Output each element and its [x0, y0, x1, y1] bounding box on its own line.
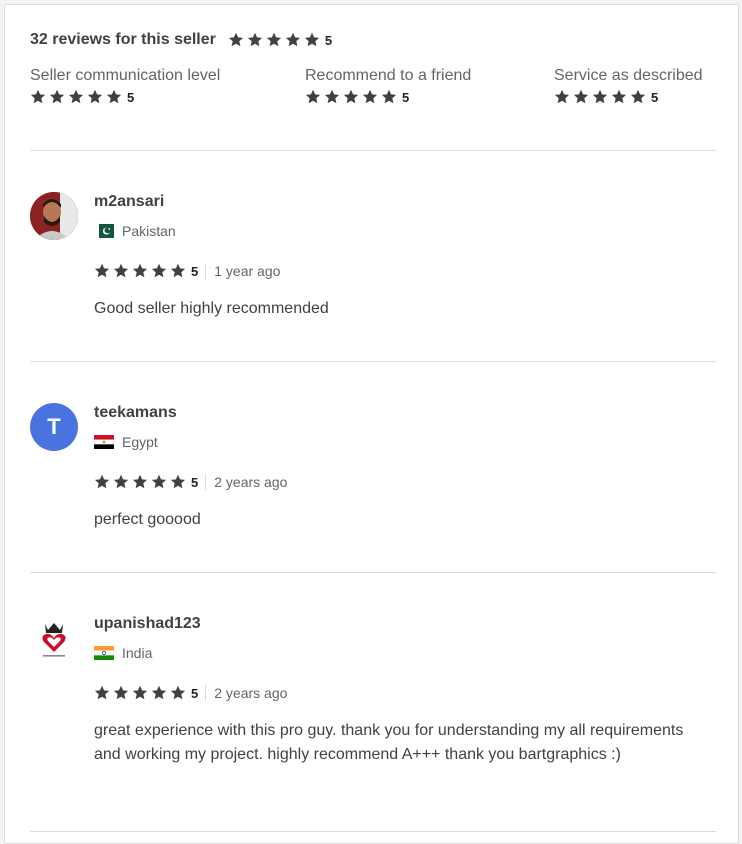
star-icon [151, 263, 167, 279]
review-item: m2ansari Pakistan 5 1 year ago Good sell… [30, 192, 716, 332]
star-icon [630, 89, 646, 105]
breakdown-score: 5 [402, 89, 410, 105]
breakdown-score: 5 [127, 89, 135, 105]
star-icon [68, 89, 84, 105]
star-icon [228, 32, 244, 48]
review-time: 1 year ago [214, 263, 281, 279]
avatar[interactable]: T [30, 403, 78, 451]
review-time: 2 years ago [214, 474, 288, 490]
star-icon [247, 32, 263, 48]
divider [30, 572, 716, 573]
star-icon [266, 32, 282, 48]
review-item: T teekamans Egypt 5 2 years ago perfect … [30, 403, 716, 543]
country-label: Egypt [122, 434, 158, 450]
star-icon [324, 89, 340, 105]
country-label: Pakistan [122, 223, 176, 239]
star-icon [30, 89, 46, 105]
breakdown-star-rating: 5 [554, 89, 658, 105]
review-star-rating [94, 685, 189, 701]
star-icon [554, 89, 570, 105]
star-icon [170, 685, 186, 701]
breakdown-recommend: Recommend to a friend 5 [305, 67, 471, 110]
star-icon [132, 685, 148, 701]
breakdown-score: 5 [651, 89, 659, 105]
reviews-summary-header: 32 reviews for this seller 5 [30, 31, 332, 49]
star-icon [381, 89, 397, 105]
breakdown-label: Recommend to a friend [305, 67, 472, 84]
star-icon [151, 474, 167, 490]
breakdown-label: Seller communication level [30, 67, 221, 84]
star-icon [611, 89, 627, 105]
star-icon [106, 89, 122, 105]
star-icon [343, 89, 359, 105]
divider [30, 150, 716, 151]
reviewer-country: Pakistan [94, 223, 176, 239]
star-icon [49, 89, 65, 105]
crown-heart-logo-icon [42, 623, 66, 657]
review-score: 5 [191, 685, 199, 701]
star-icon [362, 89, 378, 105]
rating-separator [205, 474, 207, 490]
star-icon [151, 685, 167, 701]
breakdown-service: Service as described 5 [554, 67, 703, 110]
avatar[interactable] [30, 614, 78, 662]
star-icon [170, 263, 186, 279]
reviewer-country: India [94, 645, 152, 661]
review-item: upanishad123 India 5 2 years ago great e… [30, 614, 716, 804]
star-icon [592, 89, 608, 105]
star-icon [113, 474, 129, 490]
country-label: India [122, 645, 153, 661]
reviewer-country: Egypt [94, 434, 158, 450]
pakistan-flag-icon [94, 224, 114, 238]
star-icon [94, 263, 110, 279]
review-score: 5 [191, 263, 199, 279]
star-icon [113, 685, 129, 701]
star-icon [87, 89, 103, 105]
star-icon [305, 89, 321, 105]
avatar-letter: T [47, 414, 61, 439]
star-icon [132, 263, 148, 279]
review-rating: 5 1 year ago [94, 263, 280, 279]
reviews-count-title: 32 reviews for this seller [30, 31, 216, 48]
breakdown-star-rating: 5 [305, 89, 409, 105]
egypt-flag-icon [94, 435, 114, 449]
star-icon [304, 32, 320, 48]
overall-star-rating [228, 32, 323, 48]
review-rating: 5 2 years ago [94, 474, 287, 490]
rating-separator [205, 263, 207, 279]
india-flag-icon [94, 646, 114, 660]
reviewer-username[interactable]: m2ansari [94, 193, 164, 211]
star-icon [170, 474, 186, 490]
star-icon [132, 474, 148, 490]
breakdown-label: Service as described [554, 67, 703, 84]
divider [30, 361, 716, 362]
star-icon [94, 474, 110, 490]
review-text: perfect gooood [94, 511, 201, 528]
review-star-rating [94, 474, 189, 490]
breakdown-star-rating: 5 [30, 89, 134, 105]
review-time: 2 years ago [214, 685, 288, 701]
divider [30, 831, 716, 832]
user-photo-icon [30, 192, 78, 240]
review-star-rating [94, 263, 189, 279]
review-text: Good seller highly recommended [94, 300, 329, 317]
breakdown-communication: Seller communication level 5 [30, 67, 220, 110]
reviews-card: 32 reviews for this seller 5 Seller comm… [4, 4, 739, 844]
star-icon [573, 89, 589, 105]
rating-separator [205, 685, 207, 701]
reviewer-username[interactable]: teekamans [94, 404, 177, 422]
star-icon [94, 685, 110, 701]
review-text: great experience with this pro guy. than… [94, 722, 684, 763]
star-icon [285, 32, 301, 48]
review-rating: 5 2 years ago [94, 685, 287, 701]
reviewer-username[interactable]: upanishad123 [94, 615, 201, 633]
review-score: 5 [191, 474, 199, 490]
avatar[interactable] [30, 192, 78, 240]
star-icon [113, 263, 129, 279]
overall-rating-score: 5 [324, 32, 333, 48]
